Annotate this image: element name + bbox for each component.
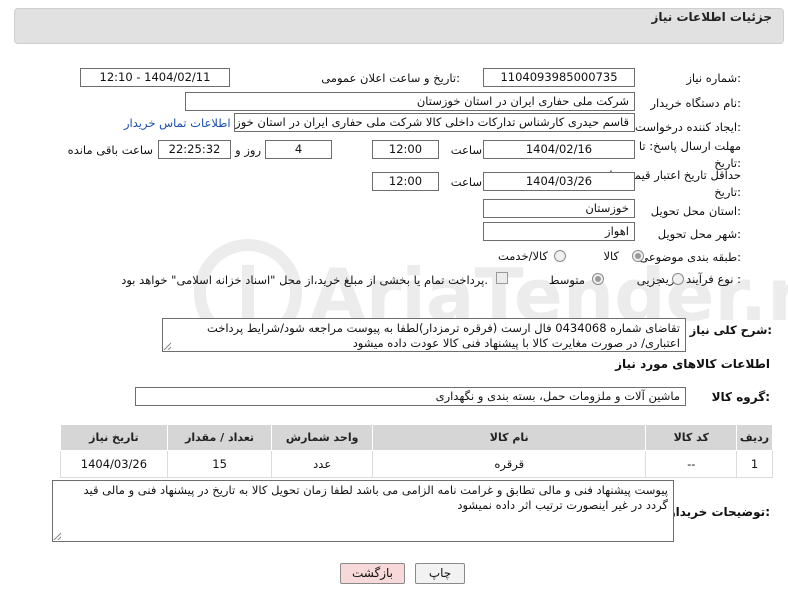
goods-table-header-row: ردیف کد کالا نام کالا واحد شمارش تعداد /… <box>60 424 773 451</box>
category-radio-goods[interactable] <box>632 250 644 262</box>
goods-group-field[interactable]: ماشین آلات و ملزومات حمل، بسته بندی و نگ… <box>135 387 686 406</box>
requester-field[interactable]: قاسم حیدری کارشناس تدارکات داخلی کالا شر… <box>234 113 635 132</box>
category-radio-goods-service[interactable] <box>554 250 566 262</box>
cell-need-date: 1404/03/26 <box>60 450 168 478</box>
delivery-city-label: شهر محل تحویل: <box>657 227 741 241</box>
cell-goods-code: -- <box>645 450 738 478</box>
buyer-contact-link[interactable]: اطلاعات تماس خریدار <box>124 116 231 130</box>
resize-handle-icon[interactable] <box>163 342 171 350</box>
remaining-time-field[interactable]: 22:25:32 <box>158 140 231 159</box>
price-validity-time-field[interactable]: 12:00 <box>372 172 439 191</box>
notes-resize-handle-icon[interactable] <box>53 532 61 540</box>
col-unit: واحد شمارش <box>271 424 373 451</box>
delivery-province-label: استان محل تحویل: <box>650 204 741 218</box>
cell-quantity: 15 <box>166 450 273 478</box>
goods-table: ردیف کد کالا نام کالا واحد شمارش تعداد /… <box>60 424 773 478</box>
buyer-org-field[interactable]: شرکت ملی حفاری ایران در استان خوزستان <box>185 92 635 111</box>
buyer-notes-textarea[interactable]: پیوست پیشنهاد فنی و مالی تطابق و غرامت ن… <box>52 480 674 542</box>
col-quantity: تعداد / مقدار <box>166 424 273 451</box>
treasury-payment-checkbox[interactable] <box>496 272 508 284</box>
purchase-type-radio-minor[interactable] <box>672 273 684 285</box>
reply-deadline-time-field[interactable]: 12:00 <box>372 140 439 159</box>
col-row-number: ردیف <box>736 424 773 451</box>
buyer-notes-label: توضیحات خریدار: <box>668 505 770 519</box>
back-button[interactable]: بازگشت <box>340 563 405 584</box>
need-number-field[interactable]: 1104093985000735 <box>483 68 635 87</box>
days-label: روز و <box>235 143 261 157</box>
table-row[interactable]: 1 -- قرقره عدد 15 1404/03/26 <box>60 450 773 478</box>
col-need-date: تاریخ نیاز <box>60 424 168 451</box>
announce-datetime-label: تاریخ و ساعت اعلان عمومی: <box>321 71 460 85</box>
price-validity-date-field[interactable]: 1404/03/26 <box>483 172 635 191</box>
purchase-type-radio-medium[interactable] <box>592 273 604 285</box>
reply-deadline-time-label: ساعت <box>450 143 482 157</box>
buyer-org-label: نام دستگاه خریدار: <box>650 96 741 110</box>
remaining-time-label: ساعت باقی مانده <box>67 143 153 157</box>
reply-deadline-days-field[interactable]: 4 <box>265 140 332 159</box>
requester-label: ایجاد کننده درخواست: <box>635 120 741 134</box>
print-button[interactable]: چاپ <box>415 563 465 584</box>
reply-deadline-date-field[interactable]: 1404/02/16 <box>483 140 635 159</box>
goods-group-label: گروه کالا: <box>711 390 770 404</box>
delivery-city-field[interactable]: اهواز <box>483 222 635 241</box>
category-option-goods-service: کالا/خدمت <box>497 249 548 263</box>
description-label: شرح کلی نیاز: <box>689 323 772 337</box>
cell-unit: عدد <box>271 450 373 478</box>
cell-row-number: 1 <box>736 450 773 478</box>
col-goods-code: کد کالا <box>645 424 738 451</box>
purchase-type-option-minor: جزیی <box>636 273 663 287</box>
col-goods-name: نام کالا <box>371 424 647 451</box>
category-label: طبقه بندی موضوعی: <box>639 250 741 264</box>
purchase-type-option-medium: متوسط <box>548 273 585 287</box>
need-number-label: شماره نیاز: <box>686 71 741 85</box>
price-validity-time-label: ساعت <box>450 175 482 189</box>
page-title: جزئیات اطلاعات نیاز <box>651 10 772 24</box>
treasury-payment-note: پرداخت تمام یا بخشی از مبلغ خرید،از محل … <box>121 273 488 287</box>
announce-datetime-field[interactable]: 1404/02/11 - 12:10 <box>80 68 230 87</box>
goods-section-title: اطلاعات کالاهای مورد نیاز <box>615 357 770 371</box>
category-option-goods: کالا <box>603 249 619 263</box>
description-textarea[interactable]: تقاضای شماره 0434068 فال ارست (فرقره ترم… <box>162 318 686 352</box>
cell-goods-name: قرقره <box>371 450 647 478</box>
delivery-province-field[interactable]: خوزستان <box>483 199 635 218</box>
